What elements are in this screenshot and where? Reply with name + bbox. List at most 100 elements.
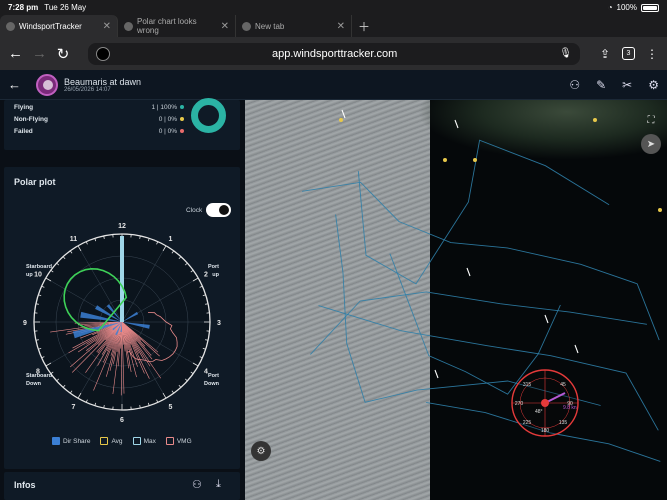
tab-windsporttracker[interactable]: WindsportTracker ✕ — [0, 15, 118, 37]
tab-count-button[interactable]: 3 — [622, 47, 635, 60]
status-dot-icon — [180, 129, 184, 133]
back-icon[interactable]: ← — [8, 77, 26, 92]
map-waypoint — [658, 208, 662, 212]
track-marker — [466, 267, 471, 277]
stat-row-non-flying: Non-Flying 0 | 0% — [14, 116, 184, 123]
polar-hour-label: 11 — [70, 236, 78, 243]
map-waypoint — [339, 118, 343, 122]
stat-label: Non-Flying — [14, 116, 48, 123]
forum-favicon-icon — [124, 21, 133, 31]
legend-item-max[interactable]: Max — [132, 437, 156, 445]
polar-hour-label: 5 — [169, 404, 173, 411]
track-marker — [574, 344, 579, 354]
tab-label: New tab — [255, 21, 285, 31]
map-waypoint — [593, 118, 597, 122]
close-tab-icon[interactable]: ✕ — [103, 21, 111, 32]
url-field[interactable]: app.windsporttracker.com 🎙 — [88, 42, 580, 65]
map-settings-icon[interactable]: ⚙ — [251, 441, 271, 461]
track-marker — [544, 314, 549, 324]
compass-bearing-label: 180 — [541, 428, 550, 434]
download-icon[interactable]: ⤓ — [216, 478, 221, 491]
close-tab-icon[interactable]: ✕ — [221, 21, 229, 32]
polar-side-label: up — [26, 272, 33, 278]
speed-label: 9.8 kn — [563, 405, 577, 411]
map-waypoint — [443, 158, 447, 162]
checkbox-icon[interactable] — [165, 437, 174, 445]
legend-item-avg[interactable]: Avg — [100, 437, 123, 445]
settings-gear-icon[interactable]: ⚙ — [648, 78, 659, 92]
stat-value: 1 | 100% — [151, 104, 177, 111]
compass-bearing-label: 135 — [559, 420, 568, 426]
microphone-icon[interactable]: 🎙 — [559, 48, 572, 59]
rider-position-marker — [541, 399, 549, 407]
tab-label: Polar chart looks wrong — [137, 17, 197, 35]
wifi-icon: ◔ — [607, 3, 613, 12]
polar-side-label: Starboard — [26, 264, 52, 270]
share-network-icon[interactable]: ⚇ — [192, 478, 202, 491]
status-time: 7:28 pm — [8, 3, 39, 12]
polar-plot-card: Polar plot Clock 12 1 2 3 4 5 6 7 8 9 10 11 Starboar… — [4, 167, 240, 469]
share-network-icon[interactable]: ⚇ — [569, 78, 580, 92]
fullscreen-icon[interactable]: ⛶ — [641, 110, 661, 130]
tab-new-tab[interactable]: New tab ✕ — [236, 15, 352, 37]
infos-card: Infos ⚇ ⤓ — [4, 472, 240, 500]
polar-hour-label: 6 — [120, 417, 124, 424]
legend-item-dir-share[interactable]: Dir Share — [52, 437, 90, 445]
polar-hour-label: 2 — [204, 272, 208, 279]
polar-hour-label: 3 — [217, 320, 221, 327]
reload-icon[interactable]: ↻ — [56, 45, 70, 63]
tab-polar-chart[interactable]: Polar chart looks wrong ✕ — [118, 15, 236, 37]
status-dot-icon — [180, 117, 184, 121]
forward-arrow-icon[interactable]: → — [32, 45, 47, 62]
infos-title: Infos — [14, 480, 36, 490]
polar-side-label: Port — [208, 373, 219, 379]
legend-item-vmg[interactable]: VMG — [165, 437, 192, 445]
browser-tab-bar: WindsportTracker ✕ Polar chart looks wro… — [0, 15, 667, 37]
checkbox-icon[interactable] — [132, 437, 141, 445]
app-header: ← Beaumaris at dawn 26/05/2026 14:07 ⚇ ✎… — [0, 70, 667, 100]
track-marker — [454, 119, 459, 129]
compass-bearing-label: 270 — [515, 401, 524, 407]
checkbox-icon[interactable] — [100, 437, 109, 445]
compass-north-icon[interactable]: ➤ — [641, 134, 661, 154]
windsport-favicon-icon — [6, 21, 15, 31]
clock-toggle[interactable] — [206, 203, 231, 217]
tab-label: WindsportTracker — [19, 21, 82, 31]
flight-ratio-donut — [191, 98, 226, 133]
map-view[interactable]: 315 45 90 270 135 225 180 9.8 kn 48° ⚙ ⛶ ➤ — [245, 100, 667, 500]
avatar — [36, 73, 58, 96]
track-marker — [434, 369, 439, 379]
session-date: 26/05/2026 14:07 — [64, 86, 111, 93]
track-marker — [341, 109, 346, 119]
close-tab-icon[interactable]: ✕ — [337, 21, 345, 32]
stat-value: 0 | 0% — [158, 116, 177, 123]
new-tab-button[interactable]: ＋ — [355, 15, 373, 37]
polar-hour-label: 1 — [169, 236, 173, 243]
status-dot-icon — [180, 105, 184, 109]
share-icon[interactable]: ⇪ — [598, 47, 612, 61]
compass-bearing-label: 315 — [523, 382, 532, 388]
stat-label: Flying — [14, 104, 34, 111]
polar-chart: 121234567891011StarboardupPortupStarboar… — [23, 223, 221, 424]
edit-icon[interactable]: ✎ — [596, 78, 606, 92]
site-settings-icon[interactable] — [96, 46, 110, 61]
back-arrow-icon[interactable]: ← — [8, 45, 23, 62]
legend-label: Max — [143, 437, 156, 445]
max-bar — [120, 236, 124, 322]
status-bar: 7:28 pm Tue 26 May ◔ 100% — [0, 0, 667, 15]
map-waypoint — [473, 158, 477, 162]
address-bar: ← → ↻ app.windsporttracker.com 🎙 ⇪ 3 ⋮ — [0, 37, 667, 70]
heading-label: 48° — [535, 409, 543, 415]
polar-side-label: Down — [26, 381, 42, 387]
polar-hour-label: 9 — [23, 320, 27, 327]
compass-bearing-label: 225 — [523, 420, 532, 426]
side-panel: Flying 1 | 100% Non-Flying 0 | 0% Failed… — [0, 98, 245, 500]
legend-label: Dir Share — [63, 437, 91, 445]
globe-favicon-icon — [242, 21, 251, 31]
stat-value: 0 | 0% — [158, 128, 177, 135]
checkbox-icon[interactable] — [52, 437, 60, 445]
polar-side-label: up — [212, 272, 219, 278]
gps-track — [310, 291, 647, 355]
tools-icon[interactable]: ✂ — [622, 78, 632, 92]
menu-dots-icon[interactable]: ⋮ — [645, 47, 659, 61]
